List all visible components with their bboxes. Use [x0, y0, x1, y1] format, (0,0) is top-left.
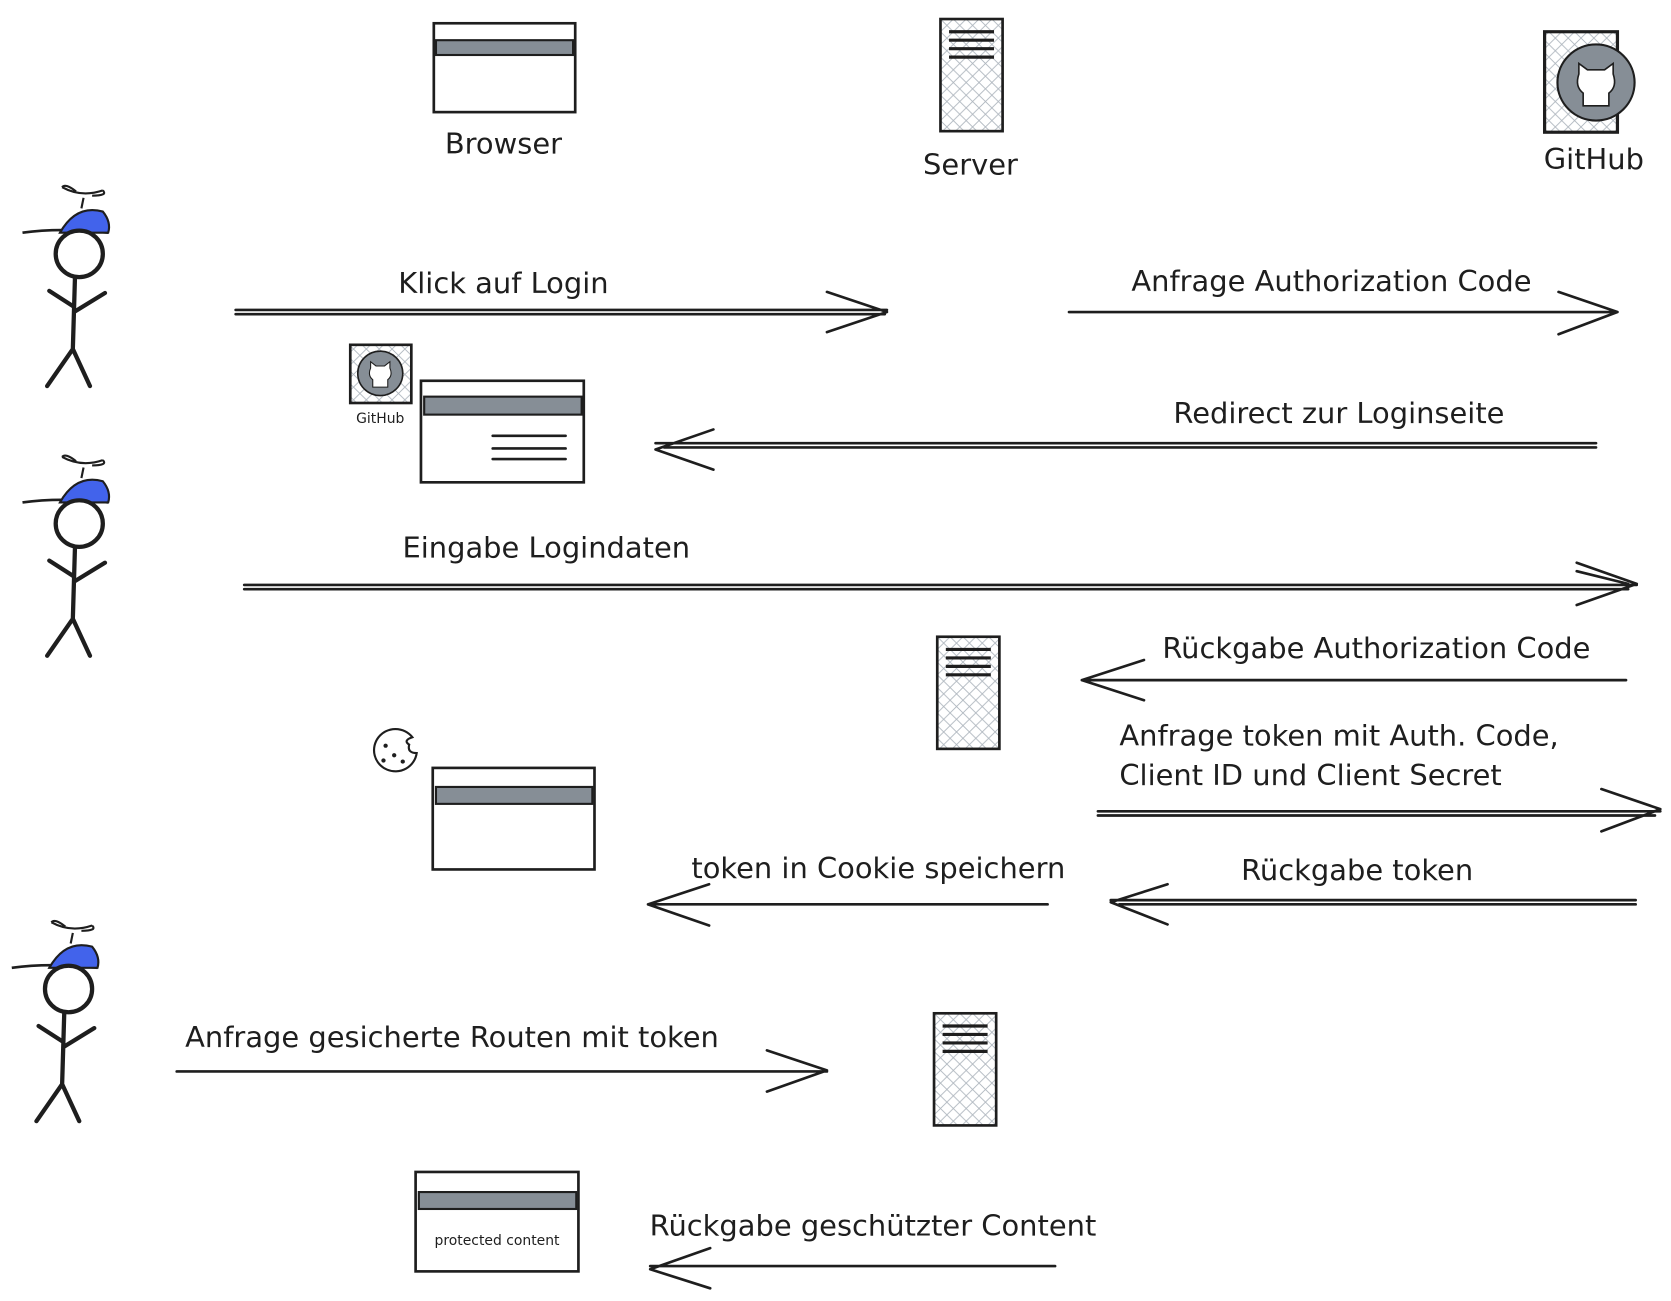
server-icon	[938, 17, 1005, 133]
server-icon	[935, 635, 1001, 751]
message-label: Eingabe Logindaten	[402, 531, 690, 565]
github-participant: GitHub	[1542, 30, 1644, 176]
message-label: Anfrage Authorization Code	[1131, 264, 1531, 298]
server-icon	[932, 1011, 998, 1128]
browser-window-icon	[432, 21, 577, 114]
server-label: Server	[923, 148, 1018, 182]
message-label: Rückgabe Authorization Code	[1162, 631, 1590, 665]
message-label: Anfrage token mit Auth. Code,	[1119, 719, 1558, 753]
user-icon	[22, 186, 109, 386]
arrow-left	[646, 882, 1049, 927]
browser-window-icon	[414, 1170, 580, 1273]
message-label: Klick auf Login	[398, 266, 608, 300]
message-label: token in Cookie speichern	[691, 851, 1065, 885]
protected-content-page: protected content	[414, 1170, 580, 1273]
oauth-sequence-diagram: Browser Server GitHub Klick auf Login An…	[0, 17, 1662, 1290]
protected-content-text: protected content	[435, 1233, 561, 1249]
browser-label: Browser	[445, 127, 562, 161]
message-label: Rückgabe geschützter Content	[650, 1209, 1097, 1243]
user-icon	[12, 921, 99, 1121]
arrow-right	[1096, 787, 1662, 833]
message-label: Redirect zur Loginseite	[1173, 396, 1504, 430]
message-label: Rückgabe token	[1241, 853, 1473, 887]
arrow-right	[242, 561, 1639, 607]
user-icon	[22, 456, 109, 656]
arrow-left	[1080, 658, 1628, 702]
browser-participant: Browser	[432, 21, 577, 161]
message-label: Anfrage gesicherte Routen mit token	[185, 1020, 719, 1054]
cookie-icon	[372, 727, 418, 773]
arrow-left	[654, 428, 1598, 471]
github-label: GitHub	[1544, 142, 1644, 176]
message-label-line2: Client ID und Client Secret	[1119, 758, 1501, 792]
browser-window-icon	[431, 766, 596, 871]
arrow-left	[648, 1246, 1057, 1290]
arrow-left	[1109, 882, 1637, 926]
github-login-page: GitHub	[348, 343, 586, 484]
arrow-right	[1067, 290, 1619, 336]
server-participant: Server	[923, 17, 1018, 182]
github-small-label: GitHub	[356, 411, 404, 427]
arrow-right	[175, 1048, 829, 1093]
